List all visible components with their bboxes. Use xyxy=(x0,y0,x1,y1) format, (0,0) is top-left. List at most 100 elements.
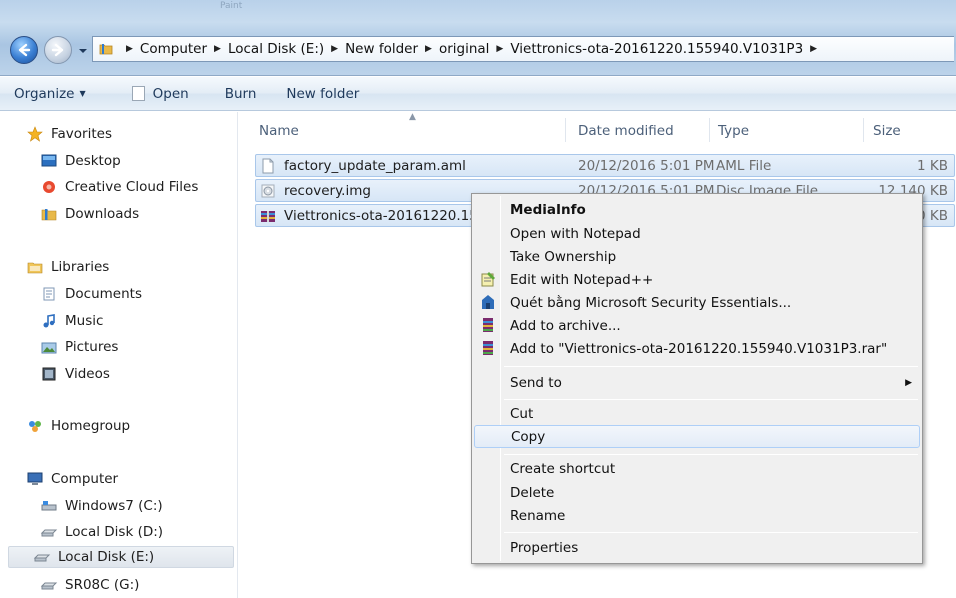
document-icon xyxy=(262,158,274,174)
open-label: Open xyxy=(152,85,189,102)
breadcrumb-separator-icon[interactable]: ▶ xyxy=(214,44,221,54)
menu-item-scan-mse[interactable]: Quét bằng Microsoft Security Essentials.… xyxy=(474,291,920,314)
nav-drive-e[interactable]: Local Disk (E:) xyxy=(8,546,234,568)
command-toolbar: Organize ▼ Open Burn New folder xyxy=(0,77,956,111)
breadcrumb-separator-icon[interactable]: ▶ xyxy=(425,44,432,54)
homegroup-icon xyxy=(29,421,41,432)
back-button[interactable] xyxy=(10,36,38,64)
nav-creative-cloud[interactable]: Creative Cloud Files xyxy=(40,176,198,198)
menu-label: Quét bằng Microsoft Security Essentials.… xyxy=(510,294,792,311)
menu-item-create-shortcut[interactable]: Create shortcut xyxy=(474,457,920,480)
hard-drive-icon xyxy=(40,529,58,537)
nav-downloads[interactable]: Downloads xyxy=(40,203,139,225)
submenu-arrow-icon: ▶ xyxy=(905,377,912,388)
file-type: AML File xyxy=(716,158,772,174)
nav-drive-g[interactable]: SR08C (G:) xyxy=(40,574,139,596)
arrow-right-icon xyxy=(51,43,64,57)
nav-music[interactable]: Music xyxy=(40,310,103,332)
nav-drive-c-label: Windows7 (C:) xyxy=(65,498,163,514)
nav-pictures[interactable]: Pictures xyxy=(40,336,118,358)
nav-documents-label: Documents xyxy=(65,286,142,302)
rar-archive-icon xyxy=(261,211,275,222)
nav-drive-c[interactable]: Windows7 (C:) xyxy=(40,495,163,517)
menu-label: Take Ownership xyxy=(510,248,617,265)
breadcrumb-separator-icon[interactable]: ▶ xyxy=(496,44,503,54)
breadcrumb-separator-icon[interactable]: ▶ xyxy=(331,44,338,54)
column-type-label: Type xyxy=(718,123,750,139)
burn-button[interactable]: Burn xyxy=(225,82,257,106)
breadcrumb-separator-icon[interactable]: ▶ xyxy=(126,44,133,54)
file-name: factory_update_param.aml xyxy=(284,158,466,174)
system-drive-icon xyxy=(41,501,57,511)
menu-item-properties[interactable]: Properties xyxy=(474,536,920,559)
menu-item-cut[interactable]: Cut xyxy=(474,402,920,425)
context-menu: MediaInfo Open with Notepad Take Ownersh… xyxy=(471,193,923,564)
nav-videos[interactable]: Videos xyxy=(40,363,110,385)
breadcrumb-new-folder[interactable]: New folder xyxy=(345,41,418,57)
column-divider[interactable] xyxy=(863,118,864,142)
column-header-type[interactable]: Type xyxy=(718,117,749,145)
file-size: 1 KB xyxy=(917,158,948,174)
window-title-ghost: Paint xyxy=(220,1,243,11)
folder-icon xyxy=(99,44,113,55)
column-header-name[interactable]: Name xyxy=(259,117,299,145)
nav-homegroup-label: Homegroup xyxy=(51,418,131,434)
menu-item-copy[interactable]: Copy xyxy=(474,425,920,448)
breadcrumb-local-disk-e[interactable]: Local Disk (E:) xyxy=(228,41,324,57)
nav-documents[interactable]: Documents xyxy=(40,283,142,305)
hard-drive-icon xyxy=(33,554,51,562)
nav-drive-d-label: Local Disk (D:) xyxy=(65,524,164,540)
menu-item-add-to-rar[interactable]: Add to "Viettronics-ota-20161220.155940.… xyxy=(474,337,920,360)
recent-pages-dropdown-icon[interactable] xyxy=(78,46,88,56)
column-header-size[interactable]: Size xyxy=(873,117,901,145)
breadcrumb-separator-icon[interactable]: ▶ xyxy=(810,44,817,54)
menu-label: Rename xyxy=(510,507,566,524)
column-divider[interactable] xyxy=(709,118,710,142)
column-name-label: Name xyxy=(259,123,299,139)
breadcrumb-original[interactable]: original xyxy=(439,41,489,57)
menu-label: MediaInfo xyxy=(510,201,586,218)
organize-button[interactable]: Organize ▼ xyxy=(14,82,86,106)
computer-icon xyxy=(27,472,43,485)
nav-computer[interactable]: Computer xyxy=(26,468,118,490)
star-icon xyxy=(27,126,43,142)
chevron-down-icon: ▼ xyxy=(79,89,86,98)
address-bar[interactable]: ▶ Computer ▶ Local Disk (E:) ▶ New folde… xyxy=(92,36,954,62)
menu-label: Edit with Notepad++ xyxy=(510,271,654,288)
file-date: 20/12/2016 5:01 PM xyxy=(578,158,715,174)
nav-music-label: Music xyxy=(65,313,104,329)
nav-videos-label: Videos xyxy=(65,366,110,382)
organize-label: Organize xyxy=(14,85,75,102)
new-folder-button[interactable]: New folder xyxy=(286,82,359,106)
table-row[interactable]: factory_update_param.aml 20/12/2016 5:01… xyxy=(255,154,955,177)
forward-button[interactable] xyxy=(44,36,72,64)
breadcrumb-current-folder[interactable]: Viettronics-ota-20161220.155940.V1031P3 xyxy=(510,41,803,57)
nav-libraries[interactable]: Libraries xyxy=(26,256,109,278)
menu-separator xyxy=(504,399,918,400)
new-folder-label: New folder xyxy=(286,85,360,102)
menu-label: Delete xyxy=(510,484,555,501)
open-button[interactable]: Open xyxy=(131,82,189,106)
nav-homegroup[interactable]: Homegroup xyxy=(26,415,130,437)
column-divider[interactable] xyxy=(565,118,566,142)
navigation-pane: Favorites Desktop Creative Cloud Files D… xyxy=(0,112,238,598)
winrar-icon xyxy=(483,341,493,355)
menu-item-rename[interactable]: Rename xyxy=(474,504,920,527)
menu-label: Add to archive... xyxy=(510,317,621,334)
nav-favorites[interactable]: Favorites xyxy=(26,123,112,145)
menu-item-open-with-notepad[interactable]: Open with Notepad xyxy=(474,222,920,245)
document-icon xyxy=(131,86,145,101)
nav-desktop[interactable]: Desktop xyxy=(40,150,121,172)
menu-item-send-to[interactable]: Send to ▶ xyxy=(474,371,920,394)
pictures-icon xyxy=(41,342,57,354)
nav-drive-d[interactable]: Local Disk (D:) xyxy=(40,521,163,543)
menu-item-edit-notepadpp[interactable]: Edit with Notepad++ xyxy=(474,268,920,291)
menu-item-take-ownership[interactable]: Take Ownership xyxy=(474,245,920,268)
file-name-cell: factory_update_param.aml xyxy=(260,158,466,174)
menu-item-mediainfo[interactable]: MediaInfo xyxy=(474,198,920,221)
column-header-date[interactable]: Date modified xyxy=(578,117,674,145)
nav-desktop-label: Desktop xyxy=(65,153,121,169)
menu-item-add-to-archive[interactable]: Add to archive... xyxy=(474,314,920,337)
menu-item-delete[interactable]: Delete xyxy=(474,481,920,504)
breadcrumb-computer[interactable]: Computer xyxy=(140,41,207,57)
